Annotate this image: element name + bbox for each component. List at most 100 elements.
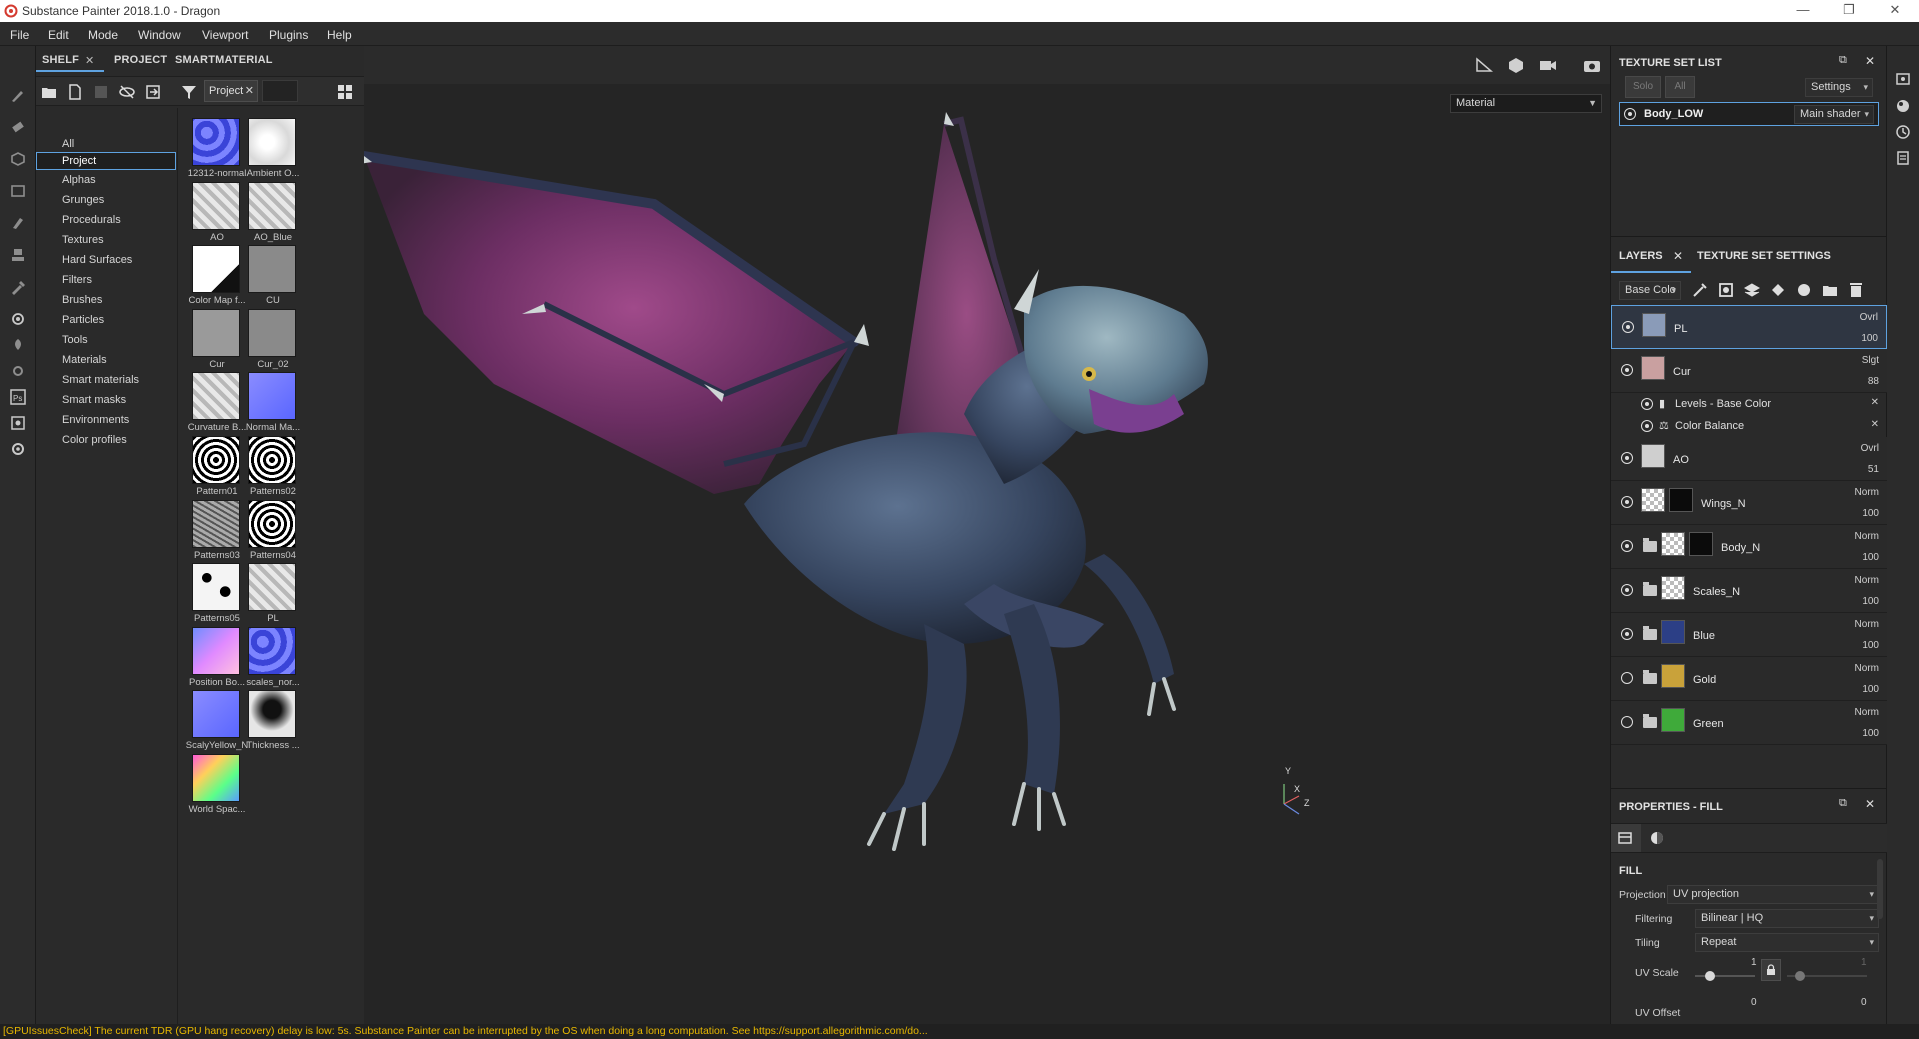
category-alphas[interactable]: Alphas <box>62 174 96 186</box>
layer-blend-mode[interactable]: Norm <box>1855 575 1879 586</box>
layer-visibility-icon[interactable] <box>1621 364 1633 376</box>
uv-scale-slider-handle[interactable] <box>1705 971 1715 981</box>
delete-layer-icon[interactable] <box>1847 281 1865 299</box>
preferences-gear-icon[interactable] <box>9 440 27 458</box>
layer-blend-mode[interactable]: Norm <box>1855 707 1879 718</box>
layer-blend-mode[interactable]: Norm <box>1855 663 1879 674</box>
add-mask-icon[interactable] <box>1717 281 1735 299</box>
camera-2d-icon[interactable] <box>1474 56 1494 74</box>
uv-scale-slider[interactable] <box>1695 971 1755 981</box>
category-grunges[interactable]: Grunges <box>62 194 104 206</box>
layer-opacity[interactable]: 100 <box>1862 684 1879 695</box>
photoshop-export-icon[interactable]: Ps <box>9 388 27 406</box>
close-panel-icon[interactable]: ✕ <box>1865 54 1875 68</box>
effect-visibility-icon[interactable] <box>1641 420 1653 432</box>
menu-mode[interactable]: Mode <box>88 28 118 42</box>
layer-row[interactable]: Cur Slgt 88 <box>1611 349 1887 393</box>
menu-window[interactable]: Window <box>138 28 181 42</box>
layer-opacity[interactable]: 100 <box>1861 333 1878 344</box>
polygon-fill-icon[interactable] <box>9 182 27 200</box>
resource-thumbnail[interactable] <box>248 245 296 294</box>
category-tools[interactable]: Tools <box>62 334 88 346</box>
category-smart-materials[interactable]: Smart materials <box>62 374 139 386</box>
hide-icon[interactable] <box>118 83 136 101</box>
layer-visibility-icon[interactable] <box>1621 716 1633 728</box>
layer-visibility-icon[interactable] <box>1621 496 1633 508</box>
search-input[interactable] <box>262 80 298 102</box>
grid-view-icon[interactable] <box>336 83 354 101</box>
add-folder-icon[interactable] <box>1821 281 1839 299</box>
tab-texture-set-settings[interactable]: TEXTURE SET SETTINGS <box>1697 250 1831 262</box>
material-picker-icon[interactable] <box>9 310 27 328</box>
layer-opacity[interactable]: 100 <box>1862 508 1879 519</box>
tab-project[interactable]: PROJECT <box>114 54 167 66</box>
category-all[interactable]: All <box>62 138 74 150</box>
solo-button[interactable]: Solo <box>1625 76 1661 98</box>
menu-plugins[interactable]: Plugins <box>269 28 308 42</box>
menu-file[interactable]: File <box>10 28 29 42</box>
open-folder-icon[interactable] <box>40 83 58 101</box>
layer-blend-mode[interactable]: Ovrl <box>1861 443 1879 454</box>
settings-cog-icon[interactable] <box>9 362 27 380</box>
layer-effect-row[interactable]: ▮ Levels - Base Color ✕ <box>1611 393 1887 415</box>
projection-icon[interactable] <box>9 150 27 168</box>
layer-row[interactable]: Body_N Norm 100 <box>1611 525 1887 569</box>
remove-effect-icon[interactable]: ✕ <box>1871 419 1879 430</box>
close-window-button[interactable]: ✕ <box>1880 0 1910 22</box>
resource-thumbnail[interactable] <box>192 754 240 802</box>
shader-select[interactable]: Main shader ▾ <box>1794 105 1874 124</box>
menu-help[interactable]: Help <box>327 28 352 42</box>
settings-dropdown[interactable]: Settings ▾ <box>1805 78 1873 97</box>
category-textures[interactable]: Textures <box>62 234 104 246</box>
channel-select[interactable]: Base Colo ▾ <box>1619 281 1681 300</box>
layer-opacity[interactable]: 51 <box>1868 464 1879 475</box>
new-resource-icon[interactable] <box>66 83 84 101</box>
layer-visibility-icon[interactable] <box>1622 321 1634 333</box>
viewport[interactable]: Material ▼ Y X Z <box>364 46 1610 1024</box>
layer-opacity[interactable]: 100 <box>1862 596 1879 607</box>
undock-icon[interactable]: ⧉ <box>1839 54 1847 67</box>
tab-smartmaterial[interactable]: SMARTMATERIAL <box>175 54 273 66</box>
resource-thumbnail[interactable] <box>248 372 296 421</box>
add-fill-layer-icon[interactable] <box>1769 281 1787 299</box>
resource-thumbnail[interactable] <box>248 436 296 484</box>
layer-visibility-icon[interactable] <box>1621 540 1633 552</box>
category-filters[interactable]: Filters <box>62 274 92 286</box>
texture-set-visibility-icon[interactable] <box>1624 108 1636 120</box>
layer-blend-mode[interactable]: Ovrl <box>1860 312 1878 323</box>
resource-thumbnail[interactable] <box>192 308 240 357</box>
eraser-icon[interactable] <box>9 118 27 136</box>
layer-row[interactable]: Green Norm 100 <box>1611 701 1887 745</box>
resource-thumbnail[interactable] <box>192 563 240 612</box>
resource-thumbnail[interactable] <box>248 308 296 357</box>
tiling-select[interactable]: Repeat ▾ <box>1695 933 1879 952</box>
layer-opacity[interactable]: 100 <box>1862 552 1879 563</box>
resource-thumbnail[interactable] <box>192 245 240 294</box>
resource-thumbnail[interactable] <box>248 181 296 230</box>
log-icon[interactable] <box>1895 150 1911 166</box>
resource-thumbnail[interactable] <box>248 690 296 739</box>
texture-set-row[interactable]: Body_LOW Main shader ▾ <box>1619 102 1879 126</box>
resource-thumbnail[interactable] <box>248 499 296 548</box>
layer-visibility-icon[interactable] <box>1621 584 1633 596</box>
layer-blend-mode[interactable]: Slgt <box>1862 355 1879 366</box>
export-textures-icon[interactable] <box>9 414 27 432</box>
category-particles[interactable]: Particles <box>62 314 104 326</box>
category-materials[interactable]: Materials <box>62 354 107 366</box>
layer-blend-mode[interactable]: Norm <box>1855 619 1879 630</box>
category-brushes[interactable]: Brushes <box>62 294 102 306</box>
remove-filter-icon[interactable]: ✕ <box>245 84 254 97</box>
tab-layers[interactable]: LAYERS <box>1619 250 1663 262</box>
category-smart-masks[interactable]: Smart masks <box>62 394 126 406</box>
category-environments[interactable]: Environments <box>62 414 129 426</box>
resource-thumbnail[interactable] <box>248 563 296 612</box>
layer-visibility-icon[interactable] <box>1621 672 1633 684</box>
layer-row[interactable]: Blue Norm 100 <box>1611 613 1887 657</box>
material-properties-icon[interactable] <box>1649 830 1665 846</box>
tab-shelf[interactable]: SHELF <box>42 54 79 66</box>
all-button[interactable]: All <box>1665 76 1695 98</box>
bake-icon[interactable] <box>9 336 27 354</box>
undock-icon[interactable]: ⧉ <box>1839 797 1847 810</box>
layer-row[interactable]: Scales_N Norm 100 <box>1611 569 1887 613</box>
layer-opacity[interactable]: 88 <box>1868 376 1879 387</box>
